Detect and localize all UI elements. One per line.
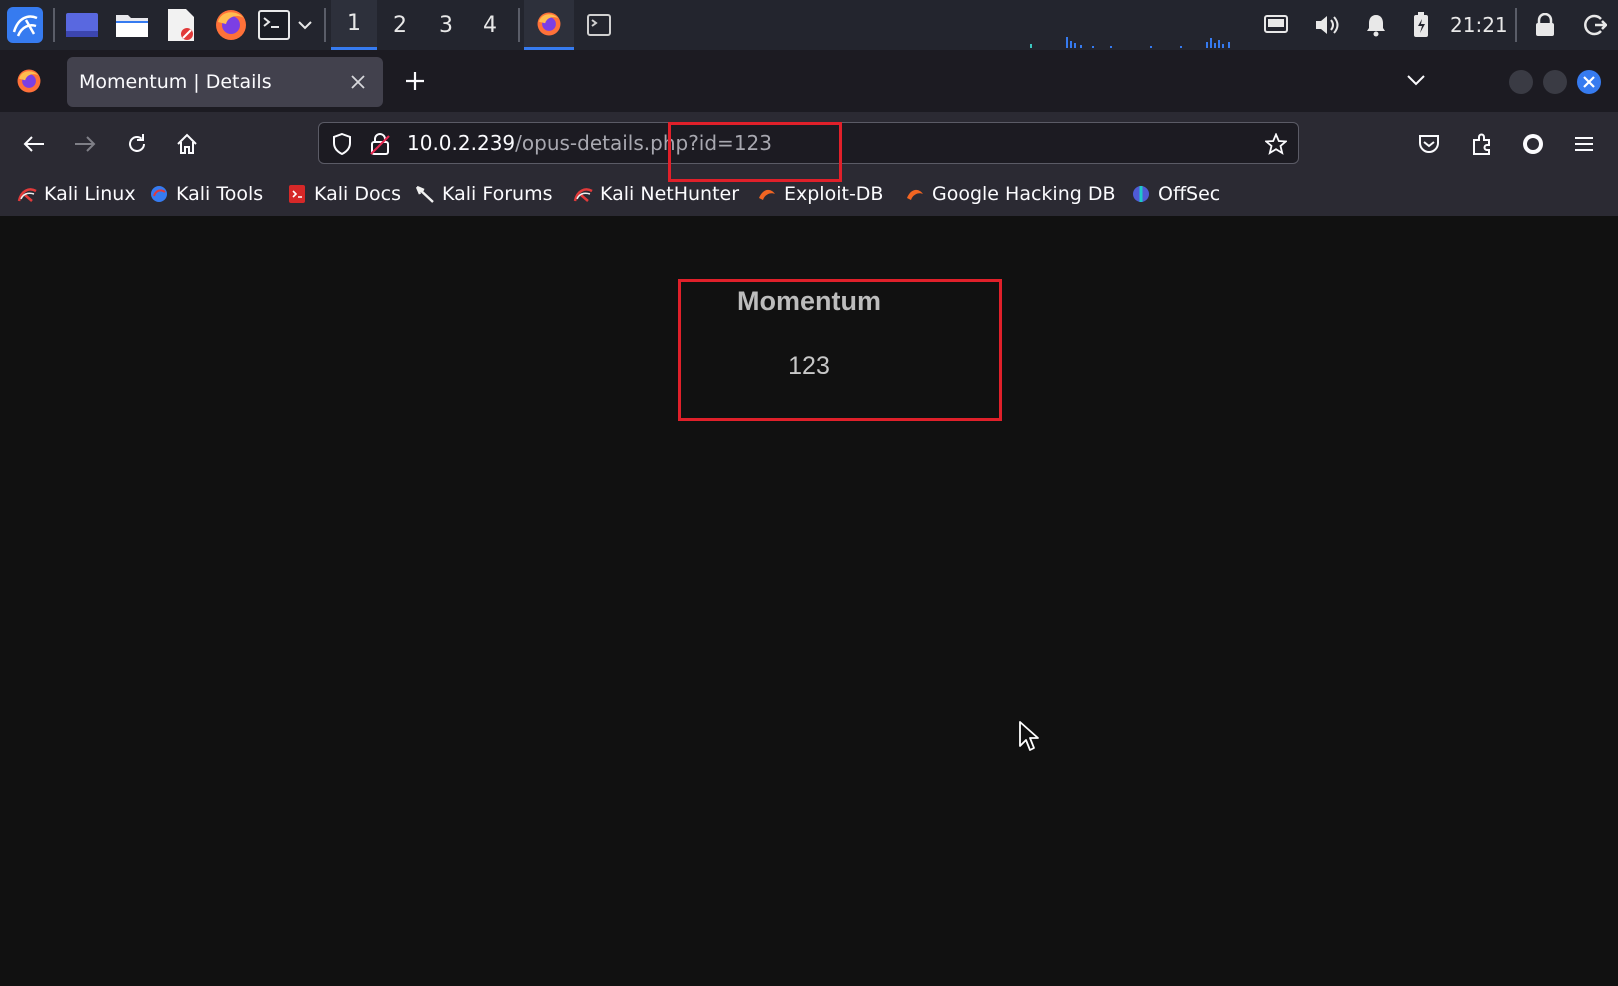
bookmark-label: OffSec: [1158, 183, 1221, 205]
arrow-right-icon: [75, 136, 96, 152]
google-hacking-db-icon: [904, 183, 926, 205]
maximize-button[interactable]: [1543, 70, 1567, 94]
text-editor-icon[interactable]: [163, 6, 199, 44]
bookmark-label: Kali Linux: [44, 183, 136, 205]
taskbar-separator: [1515, 8, 1517, 42]
notifications-bell-icon[interactable]: [1362, 10, 1390, 40]
chevron-down-icon[interactable]: [295, 14, 315, 36]
taskbar-separator: [324, 8, 326, 42]
page-title: Momentum: [737, 286, 881, 316]
system-taskbar: 1 2 3 4 21:21: [0, 0, 1618, 50]
id-value: 123: [788, 352, 830, 380]
file-manager-icon[interactable]: [114, 8, 150, 42]
tab-close-icon[interactable]: [345, 68, 371, 96]
minimize-button[interactable]: [1509, 70, 1533, 94]
terminal-launcher-icon[interactable]: [257, 8, 291, 42]
volume-icon[interactable]: [1312, 10, 1342, 40]
taskbar-separator: [53, 8, 55, 42]
terminal-icon: [587, 14, 611, 36]
back-button[interactable]: [16, 126, 52, 162]
bookmark-kali-docs[interactable]: Kali Docs: [286, 174, 401, 214]
workspace-4[interactable]: 4: [467, 0, 513, 50]
puzzle-piece-icon: [1473, 133, 1490, 155]
exploit-db-icon: [756, 183, 778, 205]
close-window-button[interactable]: [1577, 70, 1601, 94]
clock[interactable]: 21:21: [1450, 0, 1508, 50]
workspace-1[interactable]: 1: [331, 0, 377, 50]
bookmark-label: Kali NetHunter: [600, 183, 740, 205]
bookmark-kali-forums[interactable]: Kali Forums: [414, 174, 553, 214]
kali-dragon-icon: [16, 183, 38, 205]
lock-screen-icon[interactable]: [1532, 10, 1558, 40]
close-icon: [1583, 76, 1595, 88]
reload-icon: [129, 134, 145, 152]
page-content: [0, 216, 1618, 986]
browser-tab-bar: Momentum | Details: [0, 50, 1618, 112]
bookmark-kali-linux[interactable]: Kali Linux: [16, 174, 136, 214]
taskbar-separator: [518, 8, 520, 42]
kali-nethunter-icon: [572, 183, 594, 205]
reload-button[interactable]: [119, 126, 155, 162]
url-host: 10.0.2.239: [407, 131, 516, 155]
kali-docs-icon: [286, 183, 308, 205]
tab-momentum-details[interactable]: Momentum | Details: [67, 57, 383, 107]
tracking-protection-shield-icon[interactable]: [329, 131, 355, 157]
bookmark-star-icon[interactable]: [1263, 131, 1289, 157]
bookmark-label: Kali Tools: [176, 183, 264, 205]
bookmark-label: Kali Docs: [314, 183, 401, 205]
network-graph: [1030, 37, 1230, 48]
home-icon: [177, 133, 197, 154]
logout-icon[interactable]: [1580, 10, 1610, 40]
display-icon[interactable]: [1262, 12, 1290, 38]
mouse-cursor-icon: [1019, 721, 1039, 751]
app-menu-button[interactable]: [1566, 126, 1602, 162]
bookmark-kali-tools[interactable]: Kali Tools: [148, 174, 263, 214]
kali-tools-icon: [148, 183, 170, 205]
list-all-tabs-chevron-icon[interactable]: [1402, 66, 1430, 94]
forward-button[interactable]: [67, 126, 103, 162]
hamburger-menu-icon: [1575, 137, 1593, 151]
kali-forums-icon: [414, 183, 436, 205]
firefox-icon: [537, 12, 561, 35]
workspace-3[interactable]: 3: [423, 0, 469, 50]
bookmark-offsec[interactable]: OffSec: [1130, 174, 1220, 214]
taskbar-terminal-window[interactable]: [584, 10, 614, 40]
bookmark-label: Kali Forums: [442, 183, 553, 205]
taskbar-firefox-window[interactable]: [524, 0, 574, 50]
account-button[interactable]: [1515, 126, 1551, 162]
bookmark-label: Exploit-DB: [784, 183, 884, 205]
arrow-left-icon: [23, 136, 44, 152]
bookmark-google-hacking-db[interactable]: Google Hacking DB: [904, 174, 1116, 214]
pocket-icon: [1419, 135, 1439, 153]
home-button[interactable]: [169, 126, 205, 162]
insecure-lock-icon[interactable]: [367, 131, 393, 157]
firefox-launcher-icon[interactable]: [212, 6, 250, 44]
kali-menu-icon[interactable]: [4, 4, 46, 46]
new-tab-button[interactable]: [400, 64, 430, 98]
show-desktop-icon[interactable]: [64, 8, 100, 42]
battery-icon[interactable]: [1410, 10, 1432, 40]
tab-title: Momentum | Details: [79, 71, 272, 93]
firefox-view-icon[interactable]: [14, 66, 44, 96]
bookmark-label: Google Hacking DB: [932, 183, 1116, 205]
offsec-icon: [1130, 183, 1152, 205]
extensions-button[interactable]: [1464, 126, 1500, 162]
workspace-2[interactable]: 2: [377, 0, 423, 50]
pocket-button[interactable]: [1411, 126, 1447, 162]
url-query-highlight: [668, 122, 842, 182]
plus-icon: [406, 72, 424, 90]
account-circle-icon: [1523, 134, 1543, 154]
